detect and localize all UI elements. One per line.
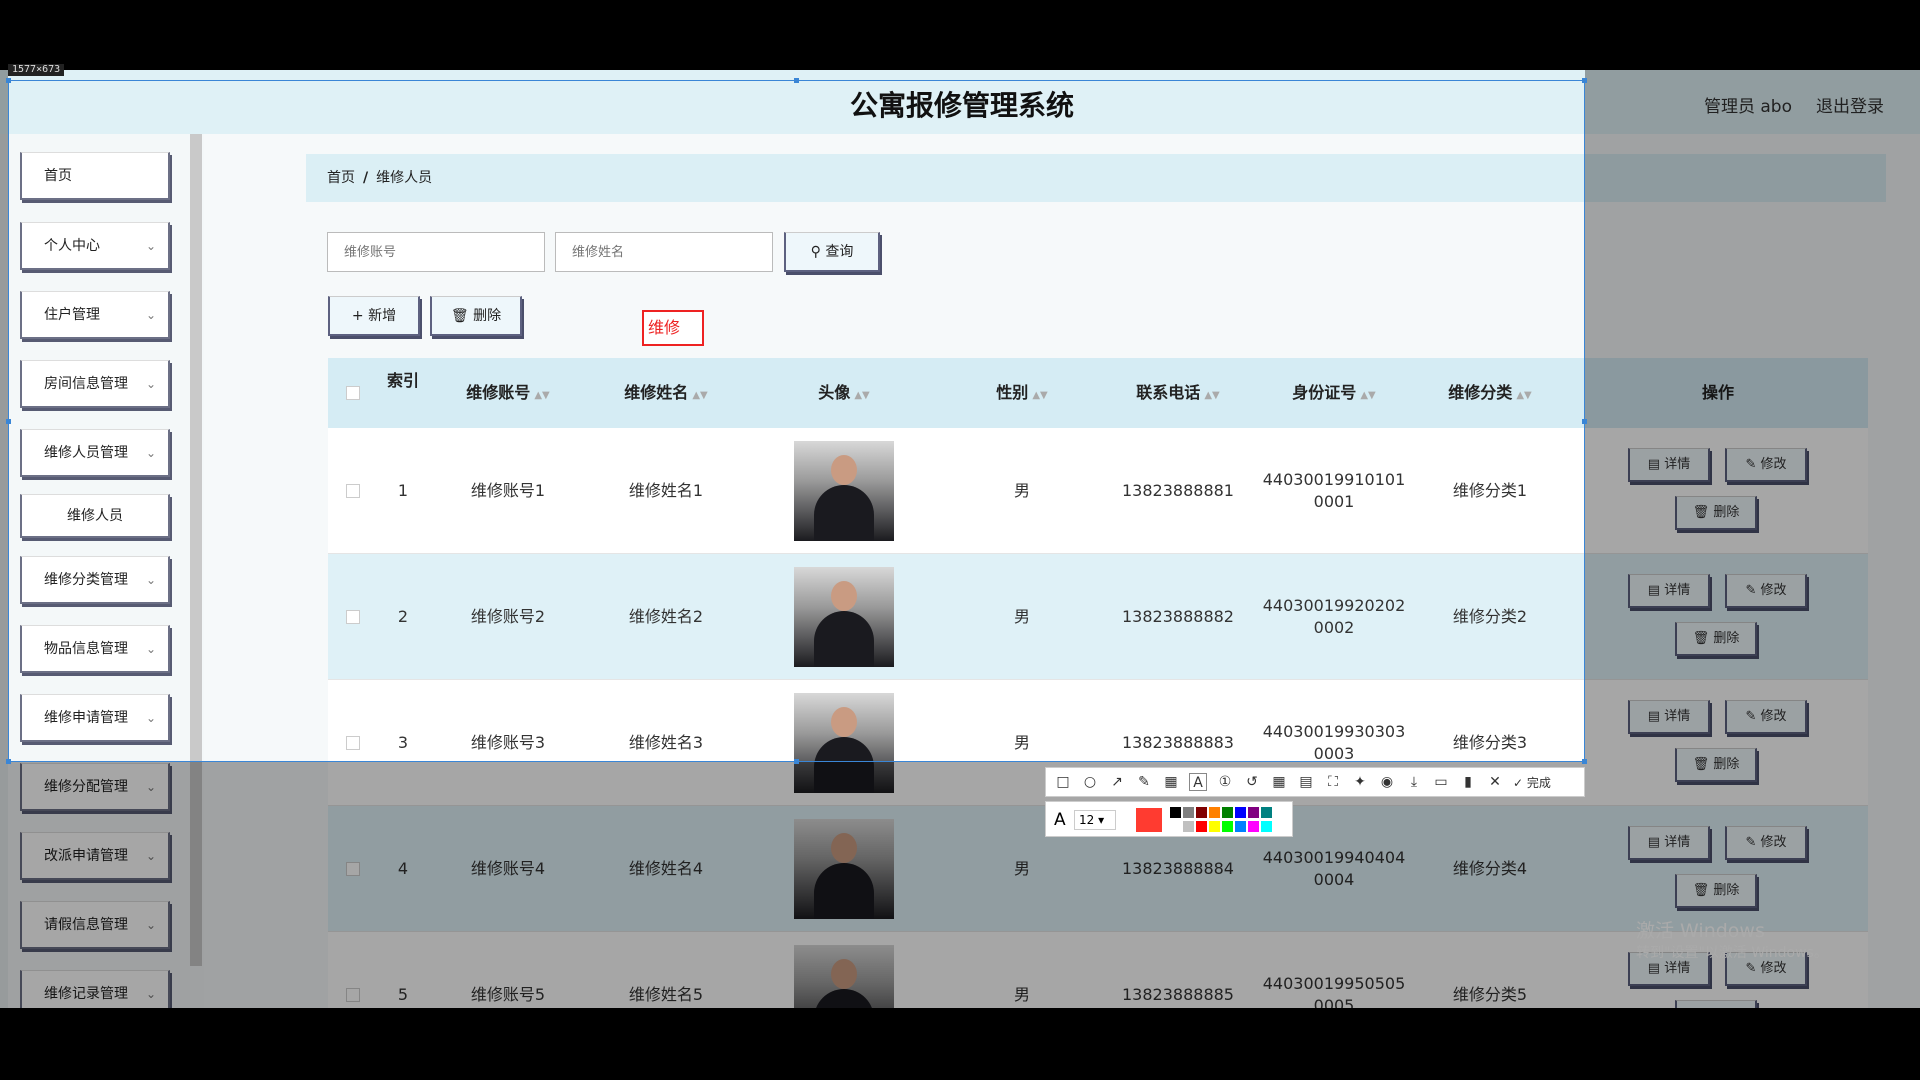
text-style-toolbar: A 12 ▾ [1045,801,1293,837]
top-letterbox [0,0,1920,70]
palette-color-swatch[interactable] [1235,807,1246,818]
selection-handle[interactable] [1582,78,1587,83]
text-tool-icon[interactable]: A [1189,773,1207,791]
palette-color-swatch[interactable] [1196,821,1207,832]
selection-handle[interactable] [794,759,799,764]
ellipse-tool-icon[interactable]: ○ [1081,773,1099,791]
done-button[interactable]: ✓ 完成 [1513,774,1551,791]
palette-color-swatch[interactable] [1170,821,1181,832]
font-size-select[interactable]: 12 ▾ [1074,810,1116,830]
pen-tool-icon[interactable]: ✎ [1135,773,1153,791]
selection-handle[interactable] [1582,419,1587,424]
record-icon[interactable]: ◉ [1378,773,1396,791]
font-icon: A [1054,810,1066,830]
selection-handle[interactable] [1582,759,1587,764]
active-color-swatch[interactable] [1136,808,1162,832]
save-icon[interactable]: ▭ [1432,773,1450,791]
fullscreen-icon[interactable]: ⛶ [1324,773,1342,791]
selection-handle[interactable] [6,78,11,83]
palette-color-swatch[interactable] [1248,807,1259,818]
bottom-letterbox [0,1008,1920,1080]
palette-color-swatch[interactable] [1183,807,1194,818]
screenshot-toolbar: □ ○ ↗ ✎ ▦ A ① ↺ ▦ ▤ ⛶ ✦ ◉ ⤓ ▭ ▮ ✕ ✓ 完成 [1045,767,1585,797]
palette-color-swatch[interactable] [1248,821,1259,832]
download-icon[interactable]: ⤓ [1405,773,1423,791]
close-icon[interactable]: ✕ [1486,773,1504,791]
windows-activation-watermark: 激活 Windows [1636,920,1765,942]
palette-color-swatch[interactable] [1196,807,1207,818]
bookmark-icon[interactable]: ▮ [1459,773,1477,791]
palette-color-swatch[interactable] [1261,821,1272,832]
capture-selection-frame[interactable] [8,80,1585,762]
palette-color-swatch[interactable] [1209,807,1220,818]
palette-color-swatch[interactable] [1183,821,1194,832]
palette-color-swatch[interactable] [1170,807,1181,818]
check-icon: ✓ [1513,775,1524,790]
capture-size-label: 1577×673 [8,64,65,76]
pin-icon[interactable]: ✦ [1351,773,1369,791]
palette-color-swatch[interactable] [1209,821,1220,832]
selection-handle[interactable] [794,78,799,83]
translate-icon[interactable]: ▤ [1297,773,1315,791]
palette-color-swatch[interactable] [1261,807,1272,818]
ocr-icon[interactable]: ▦ [1270,773,1288,791]
rectangle-tool-icon[interactable]: □ [1054,773,1072,791]
mosaic-tool-icon[interactable]: ▦ [1162,773,1180,791]
number-tool-icon[interactable]: ① [1216,773,1234,791]
undo-icon[interactable]: ↺ [1243,773,1261,791]
capture-dim-left [0,70,8,762]
selection-handle[interactable] [6,759,11,764]
windows-activation-hint: 转到"设置"以激活 Windows。 [1636,945,1828,961]
capture-dim-right [1585,70,1920,1008]
palette-color-swatch[interactable] [1222,821,1233,832]
arrow-tool-icon[interactable]: ↗ [1108,773,1126,791]
capture-dim-bottom [0,762,1585,1008]
selection-handle[interactable] [6,419,11,424]
palette-color-swatch[interactable] [1235,821,1246,832]
palette-color-swatch[interactable] [1222,807,1233,818]
